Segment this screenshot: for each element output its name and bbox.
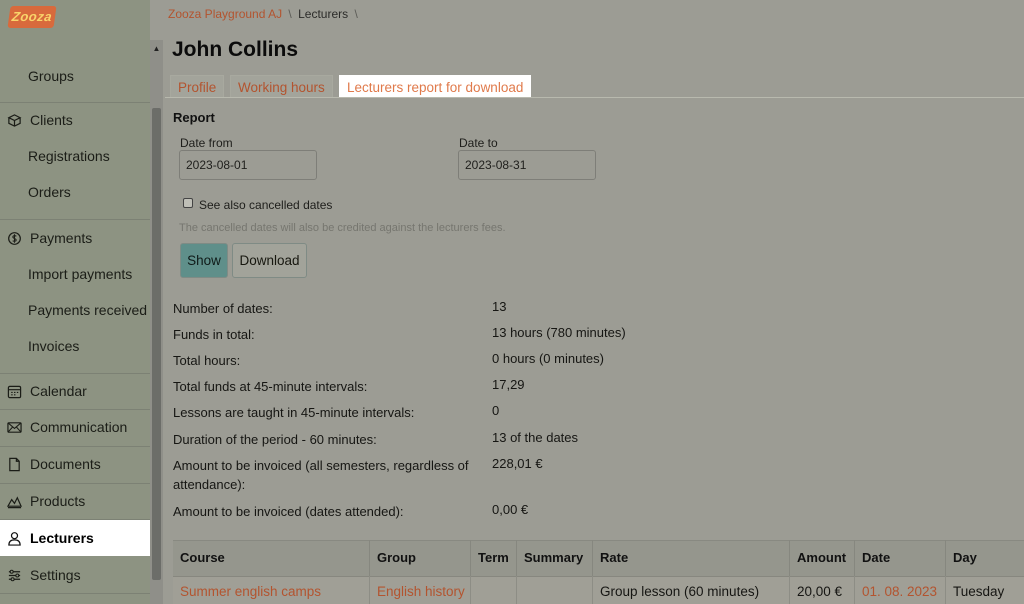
date-to-field[interactable]: 2023-08-31 (458, 150, 596, 180)
tab-lecturers-report[interactable]: Lecturers report for download (339, 75, 532, 98)
sidebar-item-label: Groups (28, 68, 74, 84)
day-cell: Tuesday (945, 576, 1024, 604)
sidebar-item-label: Payments received (28, 302, 148, 318)
sidebar-item-documents[interactable]: Documents (0, 446, 150, 482)
show-button[interactable]: Show (180, 243, 228, 278)
amount-cell: 20,00 € (789, 576, 854, 604)
stat-value: 228,01 € (492, 456, 543, 471)
scroll-up-arrow-icon[interactable]: ▲ (150, 42, 163, 56)
scrollbar-thumb[interactable] (152, 108, 161, 580)
sidebar-item-label: Settings (30, 567, 81, 583)
stat-label: Funds in total: (173, 327, 255, 342)
stat-value: 0 (492, 403, 500, 418)
date-link[interactable]: 01. 08. 2023 (854, 576, 945, 604)
sidebar-item-products[interactable]: Products (0, 483, 150, 519)
date-to-label: Date to (459, 136, 498, 150)
column-header-group[interactable]: Group (369, 540, 470, 576)
stat-label: Duration of the period - 60 minutes: (173, 432, 377, 447)
tab-panel-border (165, 97, 1024, 98)
sidebar-item-label: Communication (30, 419, 128, 435)
breadcrumb-separator: \ (288, 7, 292, 21)
sidebar-item-clients[interactable]: Clients (0, 102, 150, 138)
breadcrumb-separator: \ (354, 7, 358, 21)
sidebar-item-registrations[interactable]: Registrations (0, 138, 150, 174)
sidebar-item-label: Lecturers (30, 530, 94, 546)
column-header-day[interactable]: Day (945, 540, 1024, 576)
column-header-summary[interactable]: Summary (516, 540, 592, 576)
sidebar-item-calendar[interactable]: Calendar (0, 373, 150, 409)
settings-icon (8, 569, 21, 582)
date-from-label: Date from (180, 136, 233, 150)
stat-value: 13 of the dates (492, 430, 579, 445)
clients-icon (7, 114, 22, 127)
sidebar-item-invoices[interactable]: Invoices (0, 328, 150, 364)
calendar-icon (7, 385, 22, 399)
summary-cell (516, 576, 592, 604)
sidebar-item-label: Import payments (28, 266, 133, 282)
sidebar-item-payments[interactable]: Payments (0, 220, 150, 256)
stat-label: Total funds at 45-minute intervals: (173, 379, 368, 394)
stat-label: Number of dates: (173, 301, 273, 316)
stat-value: 13 (492, 299, 507, 314)
products-icon (7, 496, 22, 509)
tab-working-hours[interactable]: Working hours (230, 75, 333, 98)
sidebar-item-label: Calendar (30, 383, 87, 399)
page-title: John Collins (172, 38, 298, 61)
column-header-course[interactable]: Course (173, 540, 369, 576)
document-icon (9, 457, 20, 472)
tab-profile[interactable]: Profile (170, 75, 225, 98)
date-from-field[interactable]: 2023-08-01 (179, 150, 317, 180)
sidebar-item-label: Clients (30, 112, 73, 128)
term-cell (470, 576, 516, 604)
sidebar-item-lecturers[interactable]: Lecturers (0, 520, 150, 556)
zooza-logo[interactable]: Zooza (7, 6, 57, 28)
stat-value: 0,00 € (492, 502, 529, 517)
stat-label: Lessons are taught in 45-minute interval… (173, 405, 415, 420)
group-link[interactable]: English history (369, 576, 470, 604)
column-header-term[interactable]: Term (470, 540, 516, 576)
cancelled-dates-checkbox[interactable] (183, 198, 193, 208)
download-button[interactable]: Download (232, 243, 307, 278)
sidebar-item-groups[interactable]: Groups (0, 58, 150, 94)
sidebar-item-orders[interactable]: Orders (0, 174, 150, 210)
breadcrumb-root-link[interactable]: Zooza Playground AJ (168, 7, 282, 21)
stat-label: Amount to be invoiced (all semesters, re… (173, 458, 469, 492)
column-header-rate[interactable]: Rate (592, 540, 789, 576)
course-link[interactable]: Summer english camps (173, 576, 369, 604)
cancelled-dates-hint: The cancelled dates will also be credite… (179, 222, 506, 234)
sidebar-item-label: Documents (30, 456, 101, 472)
stat-value: 0 hours (0 minutes) (492, 351, 604, 366)
sidebar-item-communication[interactable]: Communication (0, 409, 150, 445)
breadcrumb: Zooza Playground AJ \ Lecturers \ (168, 7, 361, 21)
sidebar-item-label: Registrations (28, 148, 110, 164)
column-header-amount[interactable]: Amount (789, 540, 854, 576)
payments-icon (8, 232, 21, 245)
stat-label: Total hours: (173, 353, 241, 368)
sidebar-item-label: Orders (28, 184, 71, 200)
sidebar-item-label: Payments (30, 230, 93, 246)
rate-cell: Group lesson (60 minutes) (592, 576, 789, 604)
sidebar-item-import-payments[interactable]: Import payments (0, 256, 150, 292)
report-heading: Report (173, 110, 215, 125)
sidebar-item-settings[interactable]: Settings (0, 557, 150, 593)
sidebar-item-label: Invoices (28, 338, 80, 354)
column-header-date[interactable]: Date (854, 540, 945, 576)
stat-label: Amount to be invoiced (dates attended): (173, 504, 404, 519)
breadcrumb-current: Lecturers (298, 7, 349, 21)
cancelled-dates-label[interactable]: See also cancelled dates (199, 198, 332, 212)
stat-value: 13 hours (780 minutes) (492, 325, 626, 340)
sidebar-item-label: Products (30, 493, 86, 509)
divider (0, 593, 150, 594)
stat-value: 17,29 (492, 377, 525, 392)
sidebar-item-payments-received[interactable]: Payments received (0, 292, 150, 328)
envelope-icon (7, 422, 22, 433)
user-icon (8, 532, 21, 546)
